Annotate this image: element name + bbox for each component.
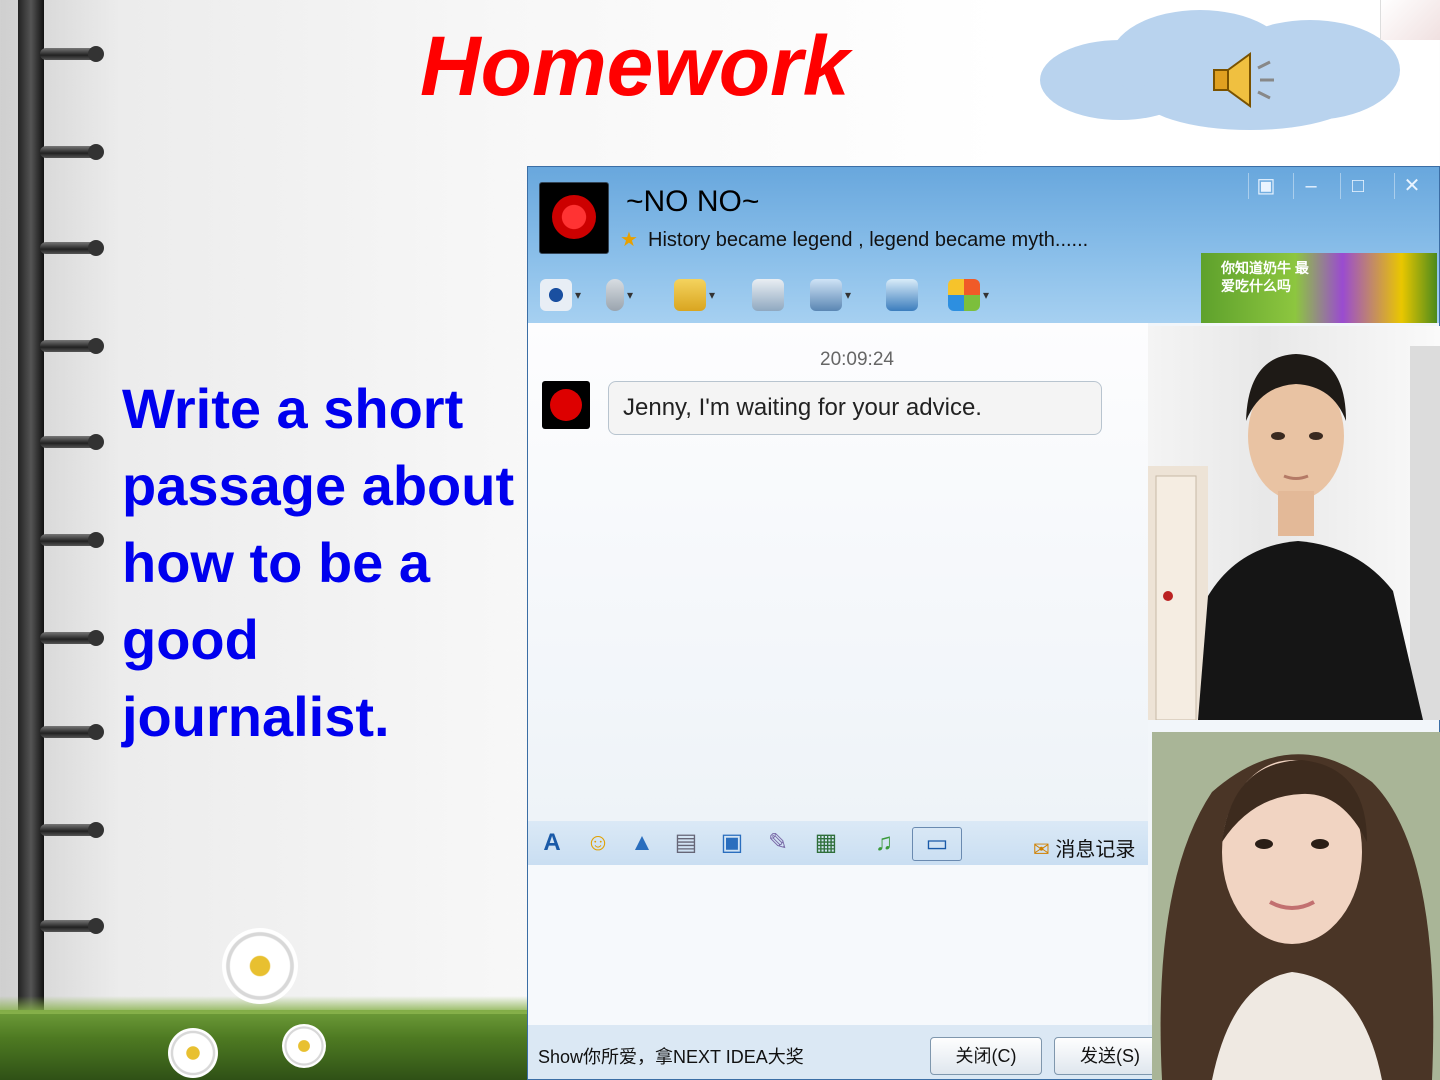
message-timestamp: 20:09:24: [820, 349, 894, 370]
homework-instruction: Write a short passage about how to be a …: [122, 377, 515, 748]
spiral-ring: [0, 334, 104, 360]
female-photo-drawing: [1152, 732, 1440, 1080]
emoji-icon[interactable]: ☺: [582, 827, 614, 859]
slide-title: Homework: [420, 19, 850, 113]
add-member-icon[interactable]: [752, 273, 800, 313]
grass-decoration: [0, 996, 540, 1080]
spiral-ring: [0, 720, 104, 746]
spiral-ring: [0, 914, 104, 940]
spiral-ring: [0, 140, 104, 166]
star-icon: ★: [620, 229, 638, 251]
contact-name[interactable]: ~NO NO~: [626, 185, 759, 219]
footer-ad-link[interactable]: Show你所爱，拿NEXT IDEA大奖: [538, 1043, 804, 1069]
maximize-button[interactable]: □: [1340, 173, 1375, 199]
message-history-button[interactable]: ✉ 消息记录: [1033, 833, 1135, 862]
screen-share-icon[interactable]: [886, 273, 934, 313]
send-button[interactable]: 发送(S): [1054, 1037, 1166, 1075]
close-window-button[interactable]: ✕: [1394, 173, 1429, 199]
spiral-ring: [0, 528, 104, 554]
history-label: 消息记录: [1055, 839, 1136, 861]
voice-icon[interactable]: ▣: [716, 827, 748, 859]
edit-icon[interactable]: ✎: [762, 827, 794, 859]
webcam-photo-male: [1148, 326, 1440, 720]
spiral-ring: [0, 626, 104, 652]
spiral-ring: [0, 430, 104, 456]
music-icon[interactable]: ♫: [868, 827, 900, 859]
corner-image: [1380, 0, 1440, 40]
apps-icon[interactable]: ▾: [948, 273, 996, 313]
file-transfer-icon[interactable]: ▾: [674, 273, 722, 313]
male-photo-drawing: [1148, 346, 1440, 720]
screenshot-icon[interactable]: ▭: [912, 827, 962, 861]
remote-assist-icon[interactable]: ▾: [810, 273, 858, 313]
chat-header: ~NO NO~ ★ History became legend , legend…: [528, 167, 1439, 323]
microphone-icon[interactable]: ▾: [606, 273, 654, 313]
contact-avatar[interactable]: [539, 182, 609, 254]
minimize-button[interactable]: –: [1293, 173, 1328, 199]
flower-decoration: [282, 1024, 326, 1068]
webcam-icon[interactable]: ▾: [540, 273, 588, 313]
spiral-ring: [0, 42, 104, 68]
shake-icon[interactable]: ▲: [626, 827, 658, 859]
spiral-ring: [0, 818, 104, 844]
message-area: 20:09:24 Jenny, I'm waiting for your adv…: [528, 323, 1148, 823]
message-bubble: Jenny, I'm waiting for your advice.: [608, 381, 1102, 435]
ad-banner[interactable]: 你知道奶牛 最爱吃什么吗: [1201, 253, 1437, 323]
ad-banner-text: 你知道奶牛 最爱吃什么吗: [1221, 260, 1309, 294]
image-icon[interactable]: ▦: [810, 827, 842, 859]
flower-decoration: [222, 928, 298, 1004]
input-toolbar: A ☺ ▲ ▤ ▣ ✎ ▦ ♫ ▭ ✉ 消息记录: [528, 821, 1148, 865]
flower-decoration: [168, 1028, 218, 1078]
skin-button[interactable]: ▣: [1248, 173, 1283, 199]
close-button[interactable]: 关闭(C): [930, 1037, 1042, 1075]
notebook-spiral: [0, 0, 110, 1080]
contact-signature: History became legend , legend became my…: [648, 229, 1089, 251]
sender-avatar: [542, 381, 590, 429]
speaker-icon[interactable]: [1210, 50, 1280, 110]
scroll-icon[interactable]: ▤: [670, 827, 702, 859]
spiral-ring: [0, 236, 104, 262]
message-input[interactable]: [528, 865, 1148, 1025]
webcam-photo-female: [1152, 732, 1440, 1080]
font-icon[interactable]: A: [536, 827, 568, 859]
history-icon: ✉: [1033, 839, 1056, 861]
